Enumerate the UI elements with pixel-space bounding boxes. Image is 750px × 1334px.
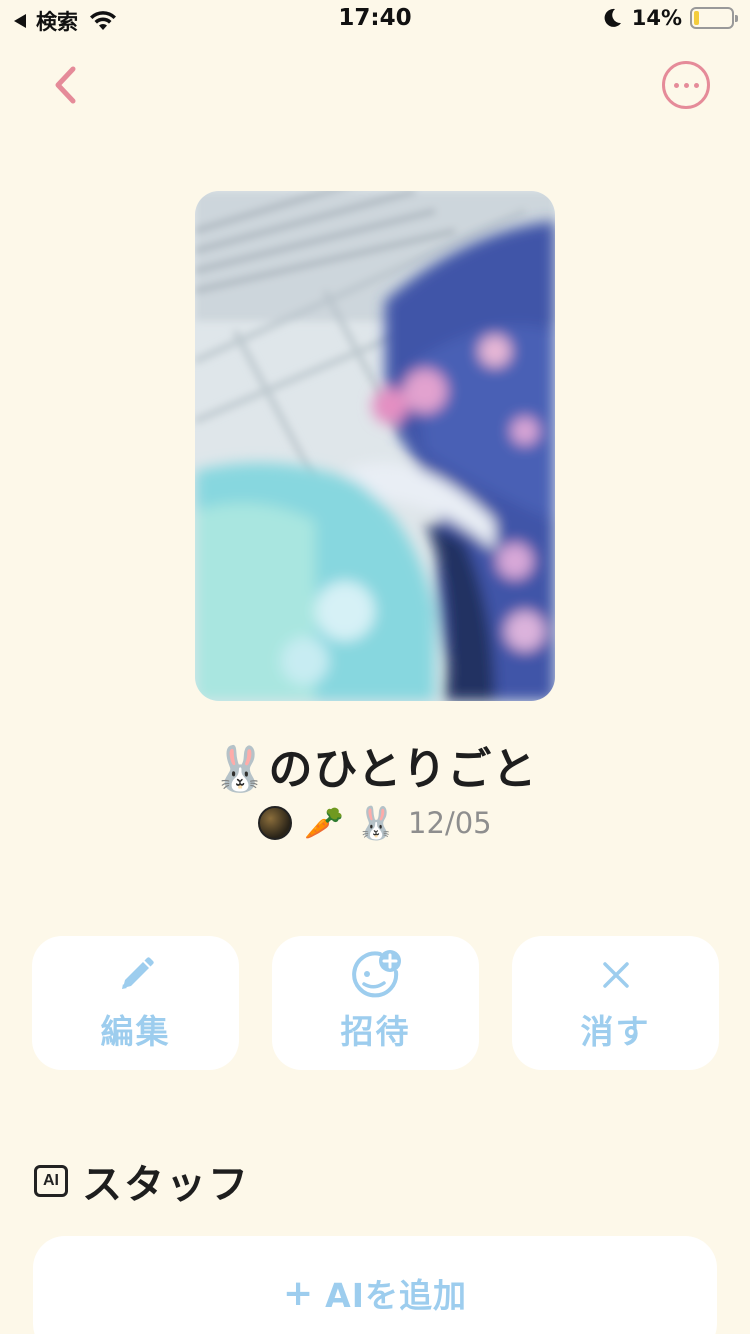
rabbit-emoji: 🐰 — [356, 804, 397, 842]
back-button[interactable] — [40, 58, 90, 112]
status-right: 14% — [602, 6, 738, 30]
staff-section-header: AI スタッフ — [34, 1152, 250, 1210]
post-meta: 🥕 🐰 12/05 — [0, 806, 750, 840]
avatar[interactable] — [258, 806, 293, 840]
delete-label: 消す — [580, 1012, 651, 1051]
post-date: 12/05 — [408, 806, 492, 840]
status-bar: 検索 17:40 14% — [0, 0, 750, 40]
cover-image[interactable] — [195, 191, 555, 701]
invite-label: 招待 — [340, 1012, 411, 1051]
screen: 検索 17:40 14% 🐰のひとりごと 🥕 🐰 12/05 編集 招待 消す … — [0, 0, 750, 1334]
moon-icon — [604, 8, 621, 27]
ellipsis-dot-icon — [683, 82, 689, 88]
battery-level — [694, 11, 700, 25]
edit-button[interactable]: 編集 — [32, 936, 239, 1070]
close-x-icon — [601, 953, 631, 997]
pencil-icon — [116, 953, 156, 997]
ellipsis-dot-icon — [673, 82, 679, 88]
ai-badge-icon: AI — [34, 1165, 68, 1197]
chevron-left-icon — [55, 66, 76, 104]
battery-icon — [690, 7, 738, 29]
cover-photo-placeholder — [195, 191, 555, 701]
carrot-emoji: 🥕 — [304, 804, 345, 842]
edit-label: 編集 — [100, 1012, 171, 1051]
post-title: 🐰のひとりごと — [212, 744, 538, 795]
delete-button[interactable]: 消す — [512, 936, 719, 1070]
battery-percent: 14% — [631, 6, 682, 30]
staff-title: スタッフ — [82, 1162, 250, 1208]
plus-icon: + — [283, 1272, 314, 1314]
add-ai-button[interactable]: + AIを追加 — [33, 1236, 717, 1334]
more-options-button[interactable] — [662, 61, 710, 109]
invite-button[interactable]: 招待 — [272, 936, 479, 1070]
add-ai-label: AIを追加 — [325, 1276, 467, 1315]
ellipsis-dot-icon — [693, 82, 699, 88]
invite-face-plus-icon — [350, 950, 402, 998]
